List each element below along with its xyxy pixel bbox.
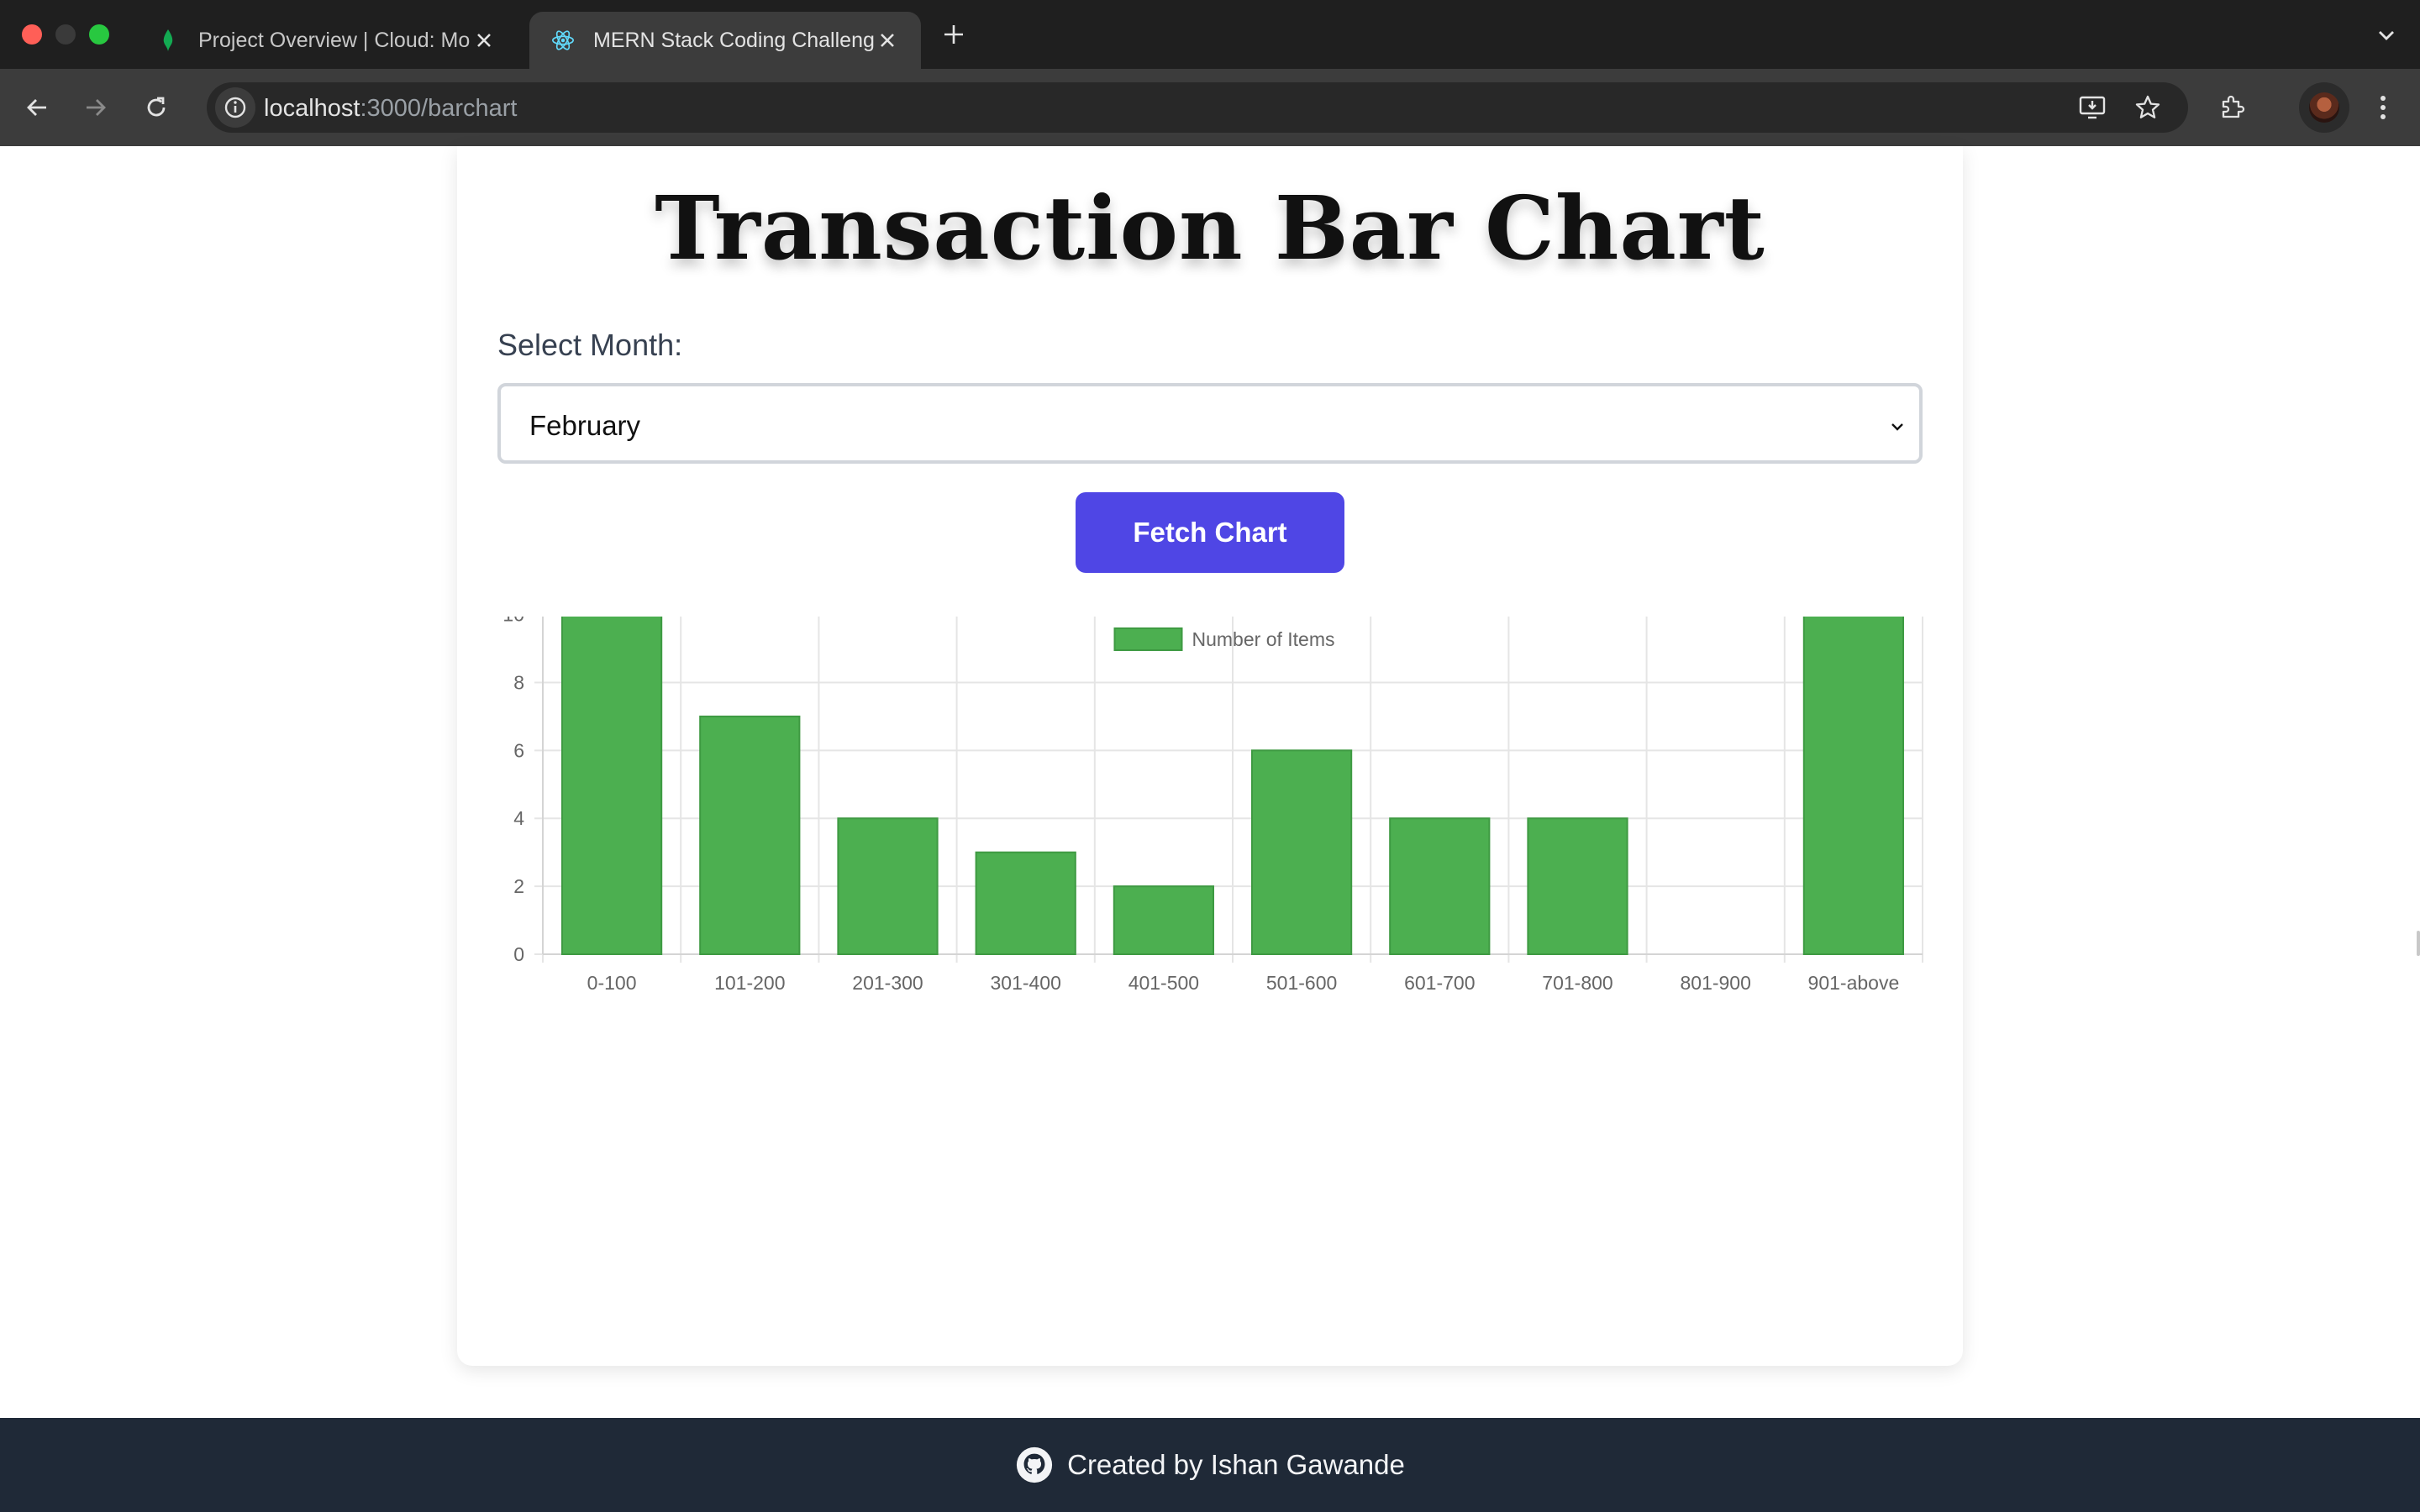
y-tick-label: 6 xyxy=(513,739,524,761)
bar xyxy=(1527,817,1628,955)
page-title: Transaction Bar Chart xyxy=(655,176,1765,280)
new-tab-button[interactable] xyxy=(936,17,971,52)
scrollbar-handle[interactable] xyxy=(2417,931,2420,956)
y-tick-label: 2 xyxy=(513,875,524,897)
bar xyxy=(1802,617,1905,955)
x-tick-label: 101-200 xyxy=(714,972,785,994)
install-app-button[interactable] xyxy=(2070,86,2114,129)
bar xyxy=(975,851,1076,955)
bar-chart: 0246810121416180-100101-200201-300301-40… xyxy=(502,617,1923,994)
site-info-icon[interactable] xyxy=(215,87,255,128)
legend-label: Number of Items xyxy=(1192,628,1335,650)
github-icon xyxy=(1017,1446,1053,1483)
bar xyxy=(1250,749,1353,955)
url-host: localhost xyxy=(264,95,360,122)
browser-tab-bar: Project Overview | Cloud: Mo MERN Stack … xyxy=(0,0,2420,69)
more-vertical-icon xyxy=(2381,96,2386,119)
chart-card: Transaction Bar Chart Select Month: Febr… xyxy=(457,146,1963,1366)
minimize-window-button[interactable] xyxy=(55,24,76,45)
x-tick-label: 401-500 xyxy=(1128,972,1199,994)
star-icon xyxy=(2135,95,2160,118)
x-tick-label: 601-700 xyxy=(1404,972,1475,994)
bookmark-button[interactable] xyxy=(2126,86,2170,129)
arrow-left-icon xyxy=(27,99,46,116)
plus-icon xyxy=(944,25,963,44)
mongodb-leaf-icon xyxy=(156,29,180,52)
browser-toolbar: localhost:3000/barchart xyxy=(0,69,2420,146)
x-tick-label: 301-400 xyxy=(990,972,1060,994)
back-button[interactable] xyxy=(15,86,59,129)
tab-mern-challenge[interactable]: MERN Stack Coding Challeng xyxy=(529,12,921,69)
y-tick-label: 8 xyxy=(513,671,524,693)
tab-project-overview[interactable]: Project Overview | Cloud: Mo xyxy=(134,12,518,69)
extensions-button[interactable] xyxy=(2210,86,2254,129)
arrow-right-icon xyxy=(87,99,106,116)
y-tick-label: 4 xyxy=(513,807,524,829)
y-tick-label: 0 xyxy=(513,943,524,965)
address-bar[interactable]: localhost:3000/barchart xyxy=(207,82,2188,133)
x-tick-label: 501-600 xyxy=(1266,972,1337,994)
tab-search-button[interactable] xyxy=(2370,18,2403,52)
browser-menu-button[interactable] xyxy=(2361,86,2405,129)
close-window-button[interactable] xyxy=(22,24,42,45)
legend-swatch xyxy=(1113,627,1183,651)
month-select-value: February xyxy=(529,410,641,441)
tab-title: Project Overview | Cloud: Mo xyxy=(198,28,471,52)
forward-button[interactable] xyxy=(74,86,118,129)
bar xyxy=(1113,885,1215,955)
close-tab-icon[interactable] xyxy=(874,27,901,54)
footer-credit: Created by Ishan Gawande xyxy=(1067,1449,1405,1480)
url-path: :3000/barchart xyxy=(360,95,518,122)
month-select[interactable]: February xyxy=(497,383,1923,464)
footer: Created by Ishan Gawande xyxy=(0,1418,2420,1512)
puzzle-icon xyxy=(2222,95,2245,118)
install-icon xyxy=(2079,96,2106,119)
url-text: localhost:3000/barchart xyxy=(264,95,517,123)
bar xyxy=(699,715,801,955)
reload-icon xyxy=(147,97,166,117)
x-tick-label: 201-300 xyxy=(852,972,923,994)
x-tick-label: 701-800 xyxy=(1542,972,1612,994)
bar xyxy=(560,617,663,955)
page-viewport: Transaction Bar Chart Select Month: Febr… xyxy=(0,146,2420,1512)
y-tick-label: 10 xyxy=(502,617,524,626)
tab-title: MERN Stack Coding Challeng xyxy=(593,28,874,52)
zoom-window-button[interactable] xyxy=(89,24,109,45)
profile-avatar[interactable] xyxy=(2299,82,2349,133)
bar xyxy=(837,817,939,955)
month-label: Select Month: xyxy=(497,328,683,362)
reload-button[interactable] xyxy=(134,86,178,129)
chevron-down-icon xyxy=(1891,423,1903,431)
bar xyxy=(1389,817,1491,955)
x-tick-label: 801-900 xyxy=(1680,972,1750,994)
close-tab-icon[interactable] xyxy=(471,27,497,54)
x-tick-label: 901-above xyxy=(1808,972,1900,994)
x-tick-label: 0-100 xyxy=(587,972,637,994)
chevron-down-icon xyxy=(2379,31,2394,40)
react-atom-icon xyxy=(551,29,575,52)
fetch-chart-button[interactable]: Fetch Chart xyxy=(1076,492,1344,573)
